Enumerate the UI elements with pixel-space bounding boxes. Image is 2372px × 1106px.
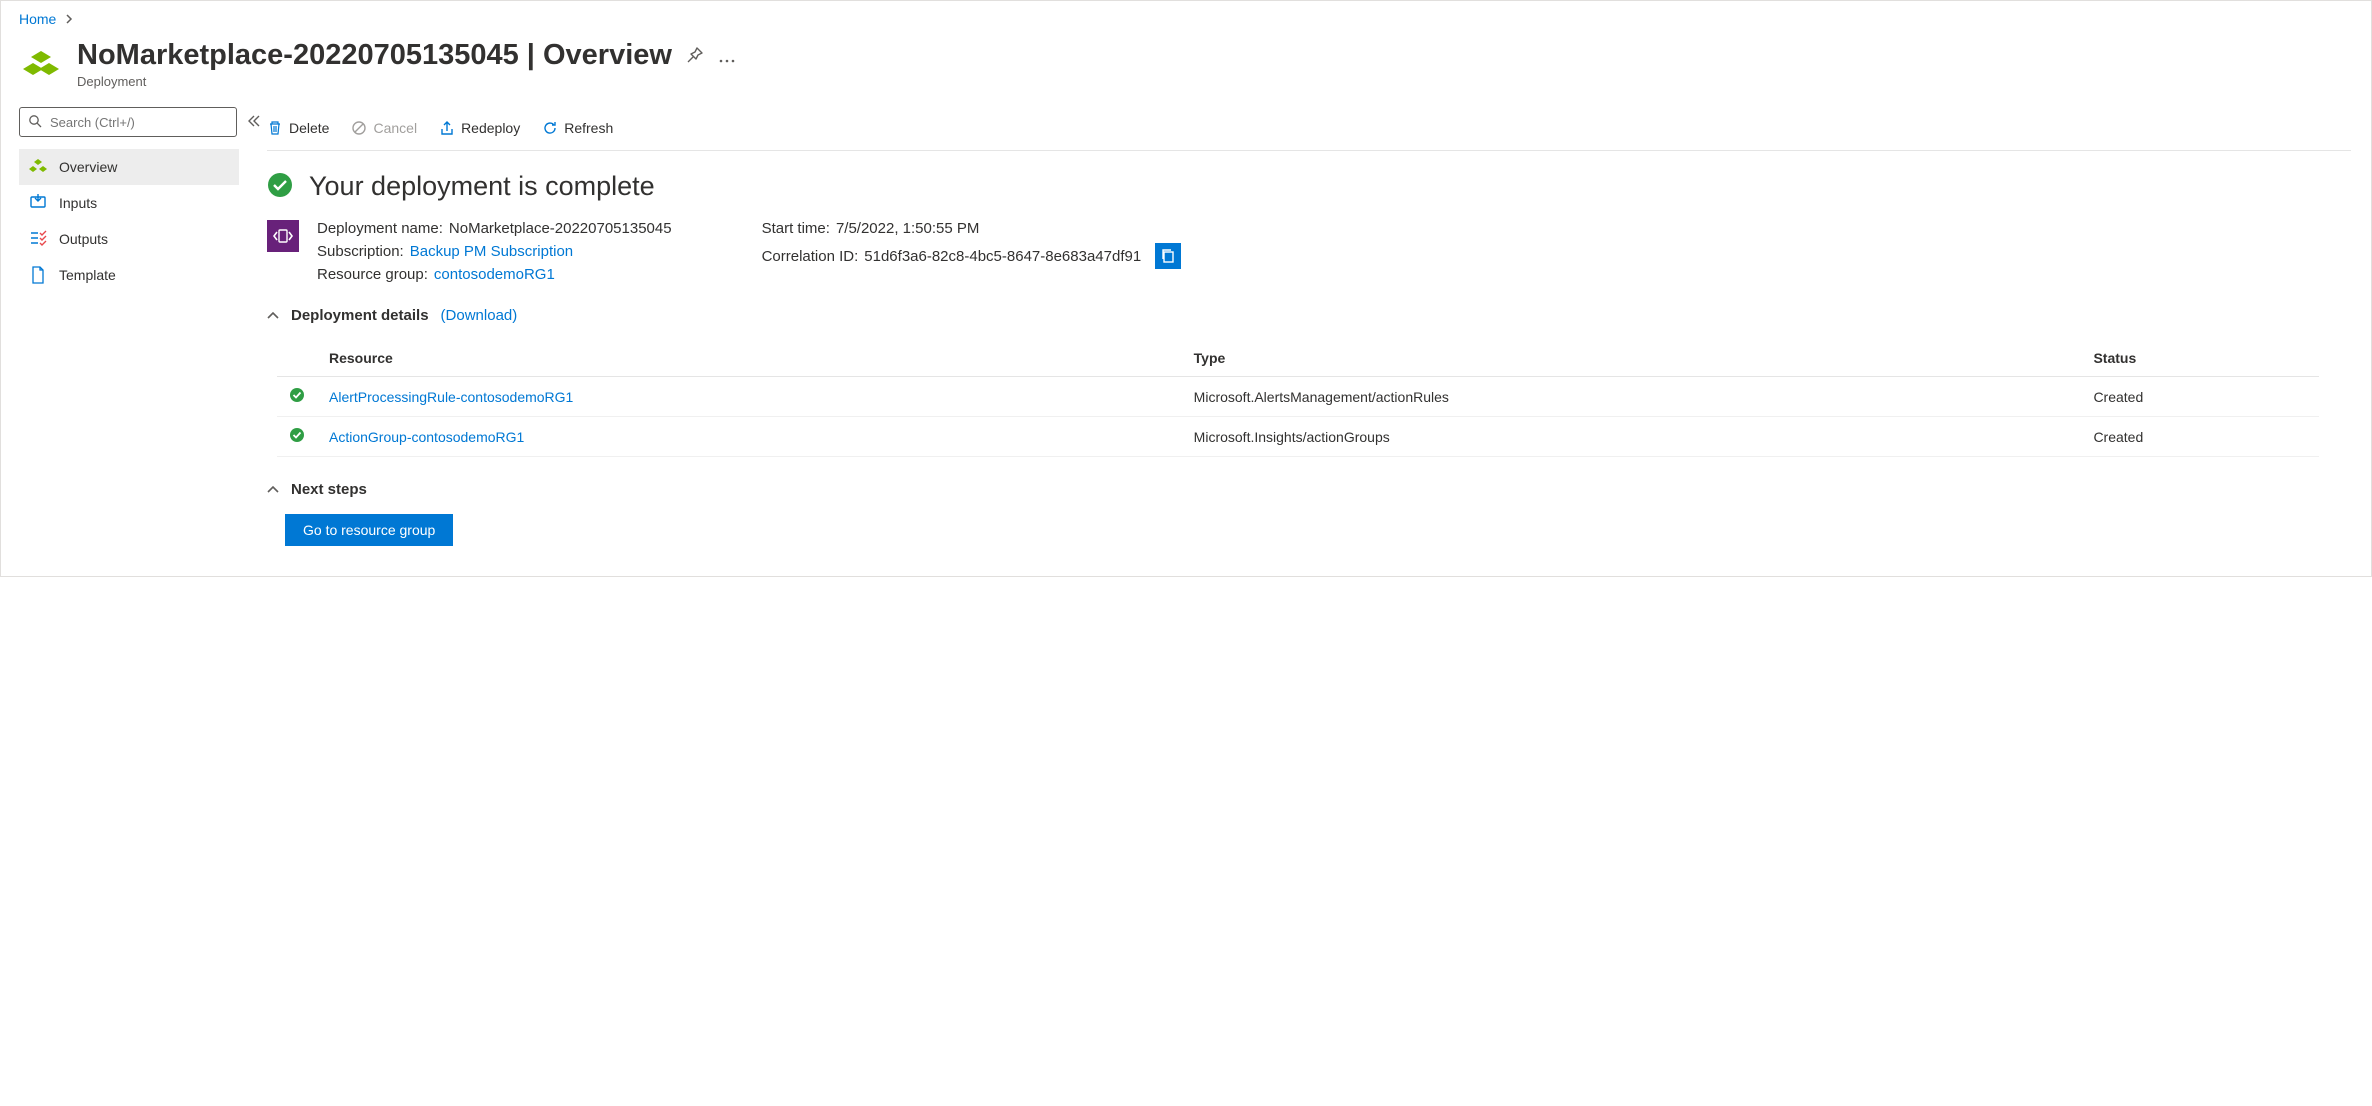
correlation-id-label: Correlation ID: [762, 248, 859, 265]
page-title: NoMarketplace-20220705135045 | Overview [77, 39, 672, 72]
subscription-link[interactable]: Backup PM Subscription [410, 243, 573, 260]
nav-label: Outputs [59, 231, 108, 247]
table-row: AlertProcessingRule-contosodemoRG1 Micro… [277, 377, 2319, 417]
more-icon[interactable] [718, 39, 736, 72]
details-table: Resource Type Status AlertProcessingRule… [277, 340, 2319, 457]
trash-icon [267, 120, 283, 136]
search-icon [28, 114, 42, 131]
start-time-label: Start time: [762, 220, 830, 237]
sidebar-item-inputs[interactable]: Inputs [19, 185, 239, 221]
delete-button[interactable]: Delete [267, 120, 329, 136]
outputs-icon [29, 230, 47, 248]
redeploy-button[interactable]: Redeploy [439, 120, 520, 136]
chevron-up-icon [267, 483, 279, 497]
section-title: Next steps [291, 481, 367, 498]
dep-name-value: NoMarketplace-20220705135045 [449, 220, 672, 237]
resource-link[interactable]: ActionGroup-contosodemoRG1 [329, 429, 524, 445]
resource-type: Microsoft.Insights/actionGroups [1194, 429, 1390, 445]
deployment-details-toggle[interactable]: Deployment details (Download) [267, 307, 2351, 324]
start-time-value: 7/5/2022, 1:50:55 PM [836, 220, 979, 237]
page-subtitle: Deployment [77, 74, 736, 89]
nav-label: Overview [59, 159, 117, 175]
dep-name-label: Deployment name: [317, 220, 443, 237]
redeploy-icon [439, 120, 455, 136]
resource-group-label: Resource group: [317, 266, 428, 283]
sidebar-item-overview[interactable]: Overview [19, 149, 239, 185]
nav-label: Template [59, 267, 116, 283]
subscription-label: Subscription: [317, 243, 404, 260]
col-status: Status [2081, 340, 2319, 377]
check-icon [289, 390, 305, 406]
resource-type: Microsoft.AlertsManagement/actionRules [1194, 389, 1449, 405]
cancel-icon [351, 120, 367, 136]
correlation-id-value: 51d6f3a6-82c8-4bc5-8647-8e683a47df91 [864, 248, 1141, 265]
refresh-icon [542, 120, 558, 136]
deployment-icon [19, 45, 63, 89]
sidebar-item-template[interactable]: Template [19, 257, 239, 293]
document-icon [29, 266, 47, 284]
copy-button[interactable] [1155, 243, 1181, 269]
breadcrumb: Home [1, 1, 2371, 33]
success-icon [267, 172, 293, 201]
search-input[interactable] [48, 114, 228, 131]
cancel-button: Cancel [351, 120, 417, 136]
download-link[interactable]: (Download) [441, 307, 518, 324]
sidebar-search[interactable] [19, 107, 237, 137]
next-steps-toggle[interactable]: Next steps [267, 481, 2351, 498]
main-content: Delete Cancel Redeploy Refresh [253, 107, 2371, 576]
chevron-right-icon [66, 11, 74, 27]
resource-group-link[interactable]: contosodemoRG1 [434, 266, 555, 283]
pin-icon[interactable] [686, 39, 704, 72]
command-bar: Delete Cancel Redeploy Refresh [267, 107, 2351, 151]
go-to-resource-group-button[interactable]: Go to resource group [285, 514, 453, 546]
chevron-up-icon [267, 309, 279, 323]
resource-status: Created [2093, 389, 2143, 405]
sidebar: Overview Inputs Outputs Template [1, 107, 253, 576]
check-icon [289, 430, 305, 446]
section-title: Deployment details [291, 307, 429, 324]
breadcrumb-home[interactable]: Home [19, 11, 56, 27]
col-type: Type [1182, 340, 2082, 377]
col-resource: Resource [317, 340, 1182, 377]
sidebar-item-outputs[interactable]: Outputs [19, 221, 239, 257]
cubes-icon [29, 158, 47, 176]
resource-link[interactable]: AlertProcessingRule-contosodemoRG1 [329, 389, 573, 405]
arm-template-icon [267, 220, 299, 252]
nav-label: Inputs [59, 195, 97, 211]
resource-status: Created [2093, 429, 2143, 445]
refresh-button[interactable]: Refresh [542, 120, 613, 136]
inputs-icon [29, 194, 47, 212]
table-row: ActionGroup-contosodemoRG1 Microsoft.Ins… [277, 417, 2319, 457]
status-title: Your deployment is complete [309, 171, 655, 202]
page-header: NoMarketplace-20220705135045 | Overview … [1, 33, 2371, 107]
